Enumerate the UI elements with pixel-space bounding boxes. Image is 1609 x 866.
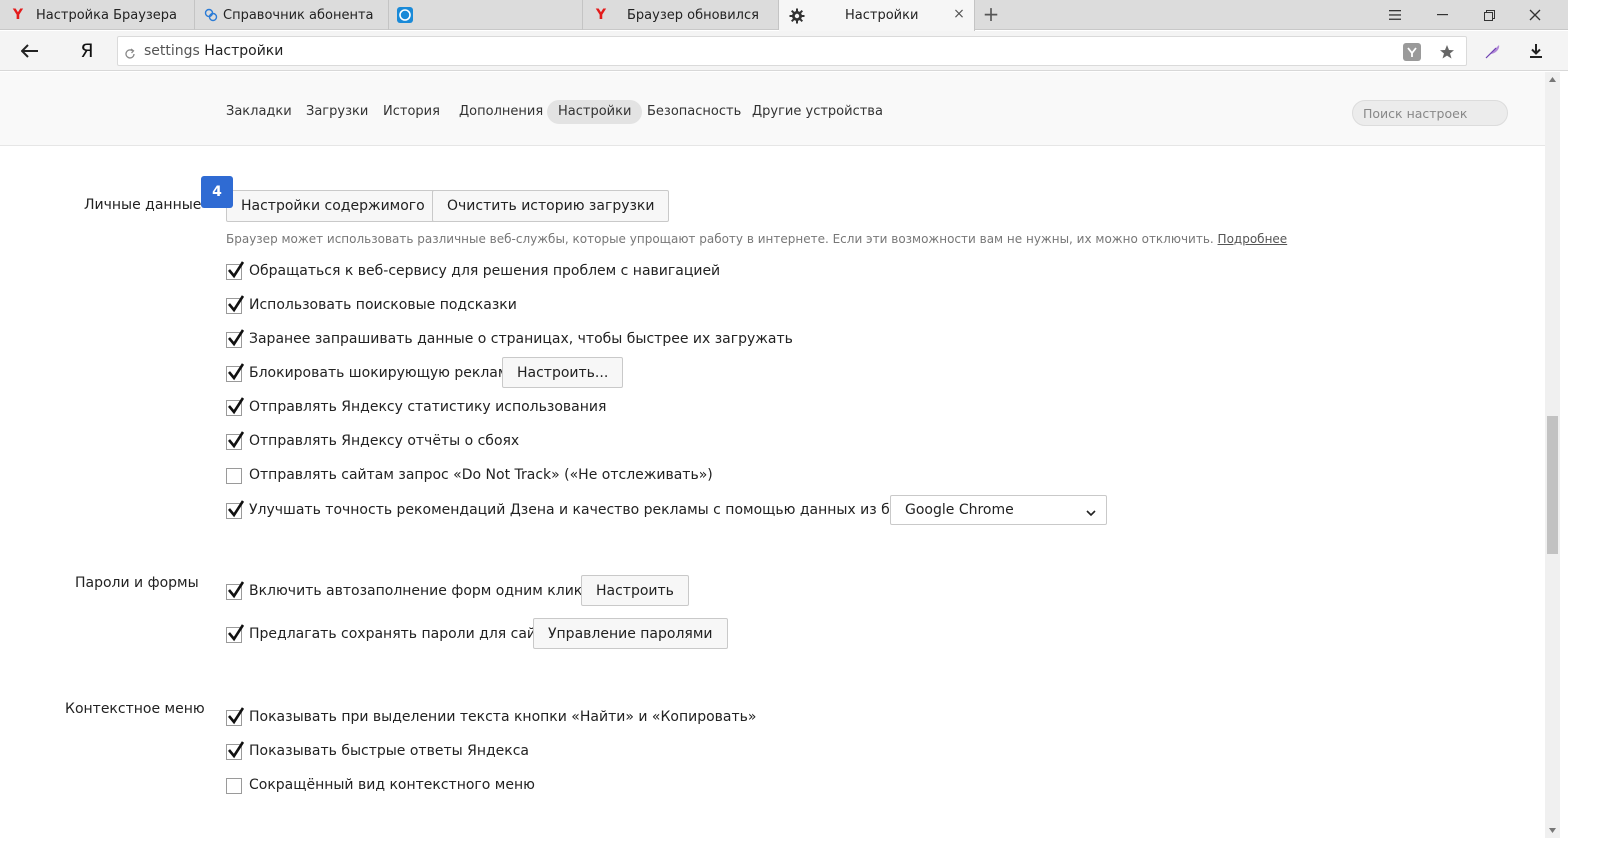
clear-download-history-button[interactable]: Очистить историю загрузки <box>432 190 670 222</box>
learn-more-link[interactable]: Подробнее <box>1218 232 1288 246</box>
scroll-up-icon[interactable] <box>1545 72 1560 87</box>
tab-subscriber-guide[interactable]: Справочник абонента <box>195 0 389 30</box>
option-autofill[interactable]: Включить автозаполнение форм одним клико… <box>226 580 606 602</box>
tab-label: Настройки <box>845 8 919 23</box>
checkbox-checked[interactable] <box>226 707 245 726</box>
toolbar: Я settings Настройки <box>0 31 1568 71</box>
section-personal-data: Личные данные <box>84 197 202 213</box>
nav-security[interactable]: Безопасность <box>636 100 752 124</box>
nav-extensions[interactable]: Дополнения <box>448 100 554 124</box>
checkbox-unchecked[interactable] <box>226 778 242 794</box>
tab-browser-updated[interactable]: Y Браузер обновился <box>583 0 779 30</box>
option-send-crash-reports[interactable]: Отправлять Яндексу отчёты о сбоях <box>226 430 519 452</box>
step-badge: 4 <box>201 176 233 208</box>
new-tab-icon[interactable]: + <box>980 4 1002 26</box>
option-prefetch-pages[interactable]: Заранее запрашивать данные о страницах, … <box>226 328 793 350</box>
option-search-suggestions[interactable]: Использовать поисковые подсказки <box>226 294 517 316</box>
checkbox-checked[interactable] <box>226 295 245 314</box>
option-send-usage-stats[interactable]: Отправлять Яндексу статистику использова… <box>226 396 606 418</box>
option-block-shocking-ads[interactable]: Блокировать шокирующую рекламу <box>226 362 517 384</box>
settings-search-input[interactable] <box>1352 100 1508 126</box>
tab-skype[interactable] <box>389 0 583 30</box>
nav-other-devices[interactable]: Другие устройства <box>741 100 894 124</box>
yandex-home-icon[interactable]: Я <box>76 39 98 63</box>
configure-autofill-button[interactable]: Настроить <box>581 575 689 606</box>
settings-nav: Закладки Загрузки История Дополнения Нас… <box>0 72 1545 146</box>
feather-icon[interactable] <box>1483 41 1503 61</box>
url-text: settings Настройки <box>144 43 284 59</box>
tab-label: Справочник абонента <box>223 7 374 23</box>
checkbox-checked[interactable] <box>226 329 245 348</box>
address-bar[interactable]: settings Настройки <box>117 36 1467 66</box>
nav-downloads[interactable]: Загрузки <box>295 100 379 124</box>
option-compact-context-menu[interactable]: Сокращённый вид контекстного меню <box>226 774 535 796</box>
protect-icon[interactable] <box>1403 43 1421 61</box>
option-zen-recommendations[interactable]: Улучшать точность рекомендаций Дзена и к… <box>226 499 954 521</box>
checkbox-checked[interactable] <box>226 500 245 519</box>
option-find-copy-buttons[interactable]: Показывать при выделении текста кнопки «… <box>226 706 756 728</box>
reload-icon[interactable] <box>124 45 136 59</box>
minimize-icon[interactable] <box>1419 0 1465 30</box>
download-icon[interactable] <box>1526 41 1546 61</box>
option-quick-answers[interactable]: Показывать быстрые ответы Яндекса <box>226 740 529 762</box>
tab-settings[interactable]: Настройки × <box>779 0 975 31</box>
yandex-icon: Y <box>12 7 24 23</box>
option-navigation-service[interactable]: Обращаться к веб-сервису для решения про… <box>226 260 720 282</box>
tab-label: Настройка Браузера <box>36 7 178 23</box>
window-bottom-edge <box>0 838 1609 866</box>
restore-icon[interactable] <box>1466 0 1512 30</box>
back-arrow-icon[interactable] <box>18 40 42 62</box>
checkbox-checked[interactable] <box>226 624 245 643</box>
content-settings-button[interactable]: Настройки содержимого <box>226 190 440 222</box>
scrollbar[interactable] <box>1545 72 1560 838</box>
tab-browser-settings[interactable]: Y Настройка Браузера <box>0 0 195 30</box>
personal-hint: Браузер может использовать различные веб… <box>226 232 1288 246</box>
section-passwords-forms: Пароли и формы <box>75 575 199 591</box>
scroll-thumb[interactable] <box>1547 416 1558 554</box>
checkbox-checked[interactable] <box>226 431 245 450</box>
scroll-down-icon[interactable] <box>1545 823 1560 838</box>
menu-icon[interactable] <box>1372 0 1418 30</box>
chevron-down-icon <box>1086 505 1096 521</box>
skype-icon <box>397 7 413 23</box>
checkbox-unchecked[interactable] <box>226 468 242 484</box>
yandex-icon: Y <box>595 7 607 23</box>
close-tab-icon[interactable]: × <box>952 7 966 21</box>
browser-source-select[interactable]: Google Chrome <box>890 495 1107 525</box>
nav-settings[interactable]: Настройки <box>547 100 643 124</box>
manage-passwords-button[interactable]: Управление паролями <box>533 618 728 649</box>
close-window-icon[interactable] <box>1512 0 1558 30</box>
globe-icon <box>203 7 219 23</box>
nav-bookmarks[interactable]: Закладки <box>215 100 303 124</box>
checkbox-checked[interactable] <box>226 581 245 600</box>
gear-icon <box>789 8 805 24</box>
nav-history[interactable]: История <box>372 100 451 124</box>
option-save-passwords[interactable]: Предлагать сохранять пароли для сайтов <box>226 623 561 645</box>
bookmark-star-icon[interactable] <box>1438 43 1456 61</box>
configure-ads-button[interactable]: Настроить... <box>502 357 624 388</box>
option-do-not-track[interactable]: Отправлять сайтам запрос «Do Not Track» … <box>226 464 713 486</box>
checkbox-checked[interactable] <box>226 261 245 280</box>
tab-label: Браузер обновился <box>627 7 759 23</box>
tab-strip: Y Настройка Браузера Справочник абонента… <box>0 0 1568 31</box>
section-context-menu: Контекстное меню <box>65 701 205 717</box>
checkbox-checked[interactable] <box>226 741 245 760</box>
checkbox-checked[interactable] <box>226 397 245 416</box>
checkbox-checked[interactable] <box>226 363 245 382</box>
